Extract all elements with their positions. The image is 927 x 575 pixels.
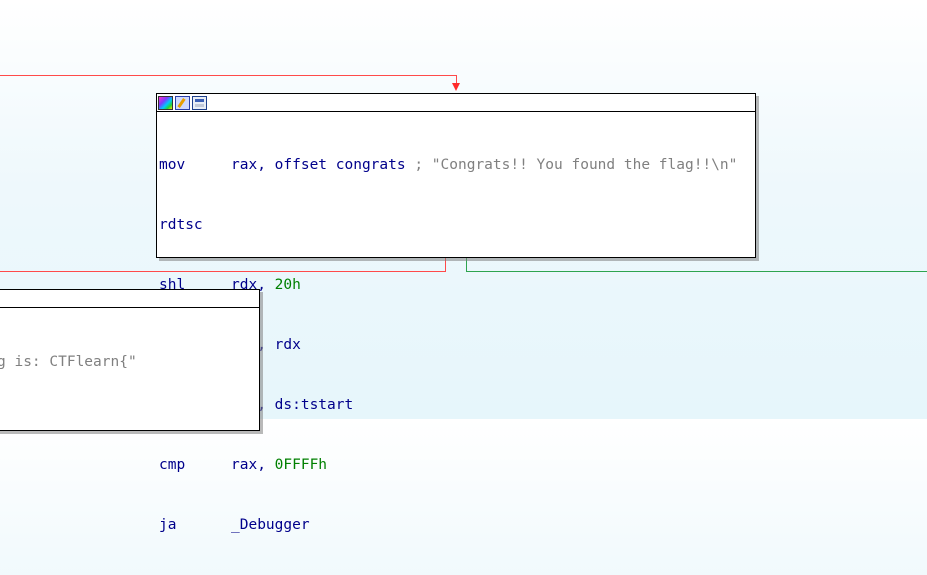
mnemonic: cmp bbox=[159, 457, 186, 473]
rename-node-icon[interactable] bbox=[175, 95, 190, 110]
mnemonic: mov bbox=[159, 157, 186, 173]
string-comment: g is: CTFlearn{" bbox=[0, 354, 137, 370]
instruction-line[interactable]: cmp rax, 0FFFFh bbox=[159, 455, 755, 475]
edge-arrow-head-icon bbox=[452, 83, 460, 91]
operand: rax, offset congrats bbox=[231, 157, 406, 173]
partial-basic-block-node[interactable]: g is: CTFlearn{" bbox=[0, 289, 260, 431]
basic-block-node[interactable]: mov rax, offset congrats ; "Congrats!! Yo… bbox=[156, 93, 756, 533]
instruction-line[interactable]: rdtsc bbox=[159, 215, 755, 235]
comment bbox=[406, 155, 415, 175]
jump-target[interactable]: _Debugger bbox=[231, 515, 310, 535]
mnemonic: ja bbox=[159, 517, 177, 533]
immediate-value: 0FFFFh bbox=[274, 457, 328, 473]
node-header bbox=[0, 290, 259, 308]
set-node-color-icon[interactable] bbox=[158, 95, 173, 110]
group-nodes-icon[interactable] bbox=[192, 95, 207, 110]
string-comment: ; "Congrats!! You found the flag!!\n" bbox=[414, 157, 738, 173]
disassembly-listing: g is: CTFlearn{" bbox=[0, 308, 259, 412]
mnemonic: rdtsc bbox=[159, 217, 203, 233]
instruction-line[interactable]: g is: CTFlearn{" bbox=[0, 352, 259, 372]
edge-in-horizontal bbox=[0, 75, 457, 76]
operand: rax, bbox=[231, 457, 275, 473]
immediate-value: 20h bbox=[274, 277, 301, 293]
instruction-line[interactable]: ja _Debugger bbox=[159, 515, 755, 535]
instruction-line[interactable]: mov rax, offset congrats ; "Congrats!! Yo… bbox=[159, 155, 755, 175]
node-header bbox=[157, 94, 755, 112]
